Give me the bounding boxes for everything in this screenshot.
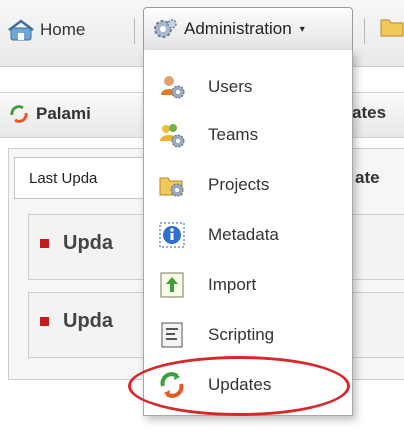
chevron-down-icon: ▾ <box>299 23 305 35</box>
menu-item-label: Projects <box>208 175 270 194</box>
nav-divider <box>364 18 365 44</box>
menu-item-projects[interactable]: Projects <box>144 162 352 208</box>
update-row-text: Upda <box>63 310 113 332</box>
gear-icon <box>154 19 177 38</box>
updates-icon <box>10 105 28 123</box>
home-icon <box>8 19 34 41</box>
folder-icon[interactable] <box>380 16 404 38</box>
panel-title-text: Palami <box>36 104 91 123</box>
menu-item-label: Users <box>208 77 253 96</box>
menu-item-metadata[interactable]: Metadata <box>144 212 352 258</box>
tab-last-updated[interactable]: Last Upda <box>14 157 154 199</box>
nav-divider <box>134 18 135 44</box>
scripting-icon <box>161 322 183 348</box>
teams-icon <box>160 124 185 148</box>
menu-item-label: Teams <box>208 125 259 144</box>
administration-menu-button[interactable]: Administration ▾ <box>143 7 353 51</box>
administration-label: Administration <box>184 19 292 38</box>
metadata-icon <box>159 222 185 248</box>
bullet-icon <box>40 317 49 326</box>
panel-title-suffix: ates <box>352 103 387 122</box>
bullet-icon <box>40 239 49 248</box>
update-row-text: Upda <box>63 232 113 254</box>
menu-item-label: Scripting <box>208 325 275 344</box>
menu-item-users[interactable]: Users <box>144 64 352 110</box>
projects-icon <box>159 177 184 197</box>
update-row-label: Upda <box>40 310 113 333</box>
menu-item-label: Import <box>208 275 257 294</box>
menu-item-scripting[interactable]: Scripting <box>144 312 352 358</box>
tab-update[interactable]: ate <box>355 168 380 188</box>
update-row-label: Upda <box>40 232 113 255</box>
administration-dropdown-menu: Users Teams Projects Metadata Import Scr… <box>143 50 353 416</box>
menu-item-updates[interactable]: Updates <box>144 362 352 408</box>
updates-icon <box>160 372 184 398</box>
import-icon <box>160 272 184 298</box>
menu-item-import[interactable]: Import <box>144 262 352 308</box>
users-icon <box>161 76 185 99</box>
home-nav-button[interactable]: Home <box>8 12 85 48</box>
menu-item-teams[interactable]: Teams <box>144 112 352 158</box>
home-nav-label: Home <box>40 20 86 39</box>
menu-item-label: Updates <box>208 375 272 394</box>
panel-title: Palami <box>8 103 91 125</box>
menu-item-label: Metadata <box>208 225 279 244</box>
